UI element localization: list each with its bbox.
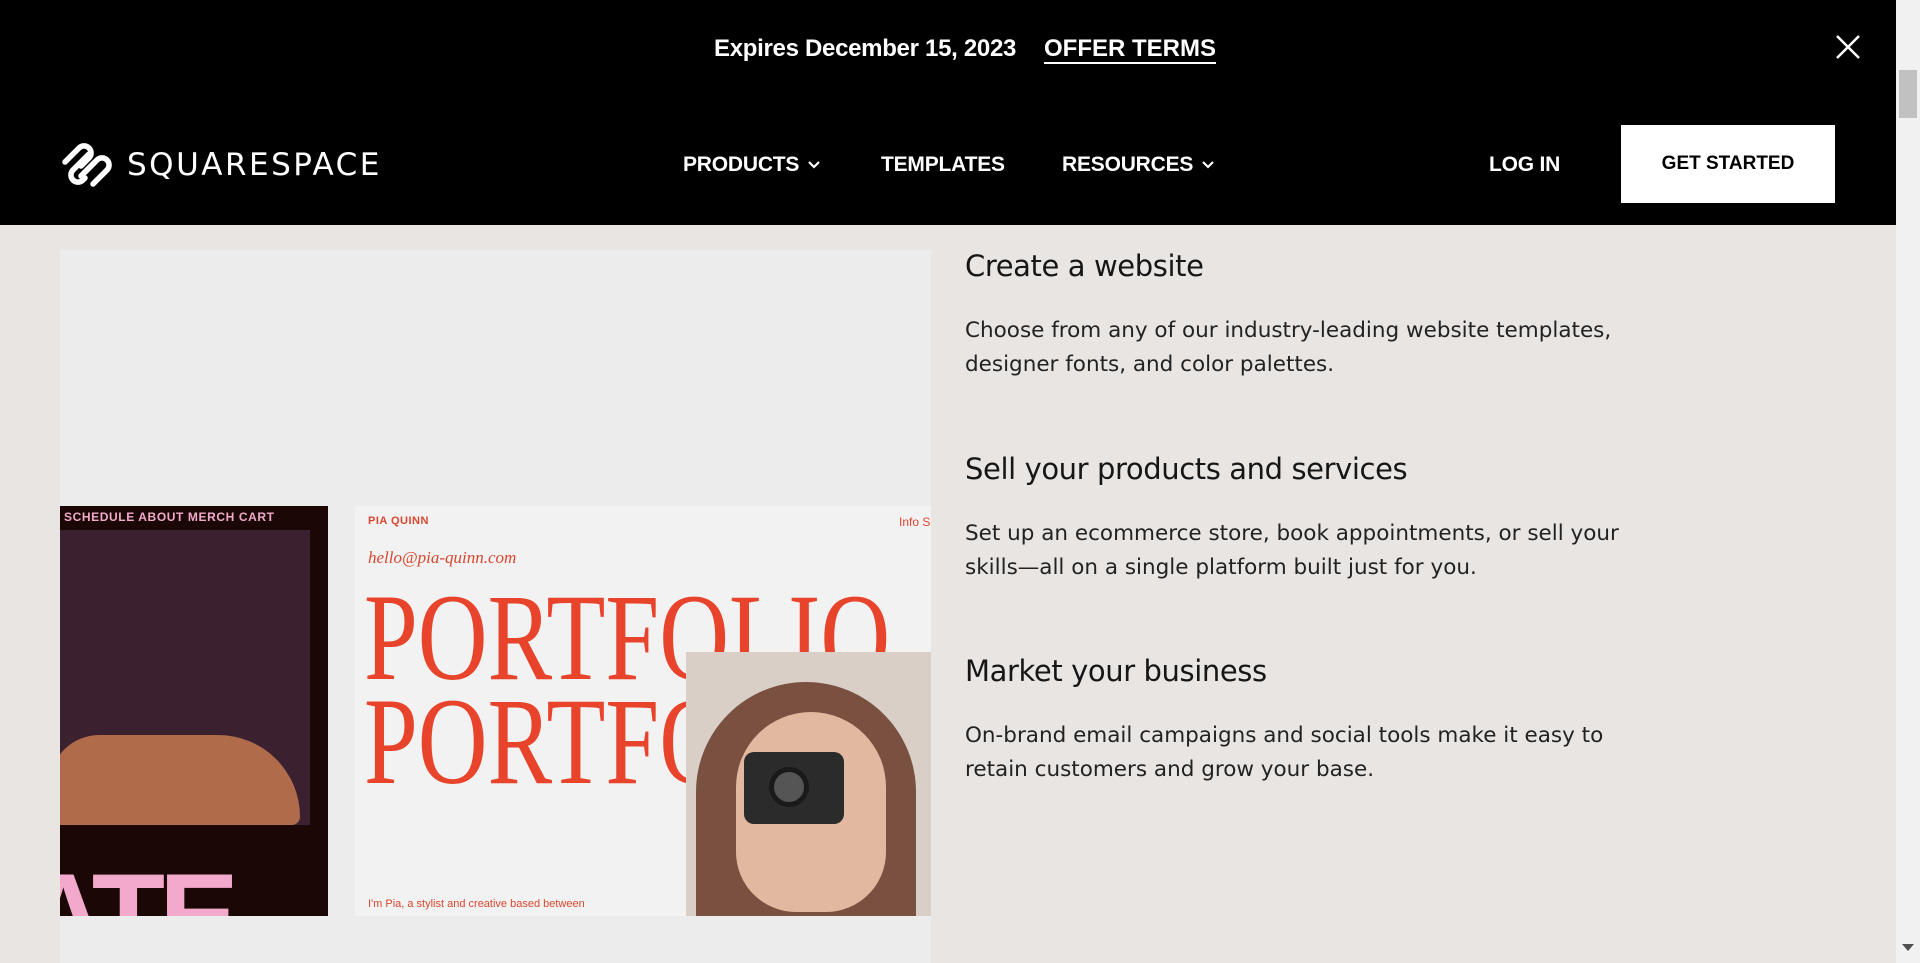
scroll-down-arrow-icon[interactable] bbox=[1902, 944, 1914, 951]
nav-products[interactable]: PRODUCTS bbox=[683, 153, 821, 177]
feature-market-business[interactable]: Market your business On-brand email camp… bbox=[965, 651, 1603, 787]
feature-body: Choose from any of our industry-leading … bbox=[965, 314, 1611, 382]
template-showcase: SCHEDULE ABOUT MERCH CART ATE PIA QUINN … bbox=[60, 250, 931, 963]
offer-terms-link[interactable]: OFFER TERMS bbox=[1044, 35, 1216, 63]
camera-icon bbox=[744, 752, 844, 824]
feature-body-line: Set up an ecommerce store, book appointm… bbox=[965, 521, 1619, 546]
template-preview-portfolio[interactable]: PIA QUINN Info S hello@pia-quinn.com POR… bbox=[355, 506, 931, 916]
close-icon[interactable] bbox=[1834, 33, 1862, 61]
portfolio-name: PIA QUINN bbox=[368, 515, 429, 527]
nav-products-label: PRODUCTS bbox=[683, 153, 800, 176]
nav-resources-label: RESOURCES bbox=[1062, 153, 1194, 176]
main-navigation: SQUARESPACE PRODUCTS TEMPLATES RESOURCES… bbox=[0, 102, 1896, 225]
nav-templates[interactable]: TEMPLATES bbox=[881, 153, 1005, 177]
template-menu-text: SCHEDULE ABOUT MERCH CART bbox=[64, 510, 275, 524]
feature-body-line: retain customers and grow your base. bbox=[965, 757, 1375, 782]
nav-resources[interactable]: RESOURCES bbox=[1062, 153, 1215, 177]
squarespace-logo-icon bbox=[62, 143, 112, 187]
portfolio-email: hello@pia-quinn.com bbox=[368, 548, 517, 567]
feature-body-line: skills—all on a single platform built ju… bbox=[965, 555, 1477, 580]
feature-create-website[interactable]: Create a website Choose from any of our … bbox=[965, 246, 1611, 382]
nav-templates-label: TEMPLATES bbox=[881, 153, 1005, 176]
portfolio-info-link: Info S bbox=[899, 515, 931, 529]
feature-title: Create a website bbox=[965, 249, 1204, 283]
chevron-down-icon bbox=[1202, 161, 1215, 169]
scrollbar-thumb[interactable] bbox=[1899, 70, 1917, 118]
camera-lens bbox=[769, 767, 809, 807]
page-scrollbar[interactable] bbox=[1896, 0, 1920, 963]
portfolio-photo bbox=[686, 652, 931, 916]
promo-expires-text: Expires December 15, 2023 bbox=[714, 35, 1017, 62]
login-link[interactable]: LOG IN bbox=[1489, 153, 1560, 177]
portfolio-caption: I'm Pia, a stylist and creative based be… bbox=[368, 898, 585, 910]
feature-body-line: On-brand email campaigns and social tool… bbox=[965, 723, 1604, 748]
feature-body-line: designer fonts, and color palettes. bbox=[965, 352, 1335, 377]
logo-wordmark: SQUARESPACE bbox=[127, 147, 382, 183]
promo-banner: Expires December 15, 2023 OFFER TERMS bbox=[0, 0, 1896, 102]
feature-title: Sell your products and services bbox=[965, 452, 1408, 486]
chevron-down-icon bbox=[808, 161, 821, 169]
photo-subject bbox=[60, 735, 300, 825]
feature-sell-products[interactable]: Sell your products and services Set up a… bbox=[965, 449, 1619, 585]
template-big-text: ATE bbox=[60, 849, 239, 916]
feature-title: Market your business bbox=[965, 654, 1267, 688]
feature-body-line: Choose from any of our industry-leading … bbox=[965, 318, 1612, 343]
template-preview-dark[interactable]: SCHEDULE ABOUT MERCH CART ATE bbox=[60, 506, 328, 916]
get-started-button[interactable]: GET STARTED bbox=[1621, 125, 1835, 203]
feature-body: On-brand email campaigns and social tool… bbox=[965, 719, 1603, 787]
squarespace-logo[interactable]: SQUARESPACE bbox=[59, 142, 382, 188]
feature-body: Set up an ecommerce store, book appointm… bbox=[965, 517, 1619, 585]
template-photo bbox=[60, 530, 310, 825]
